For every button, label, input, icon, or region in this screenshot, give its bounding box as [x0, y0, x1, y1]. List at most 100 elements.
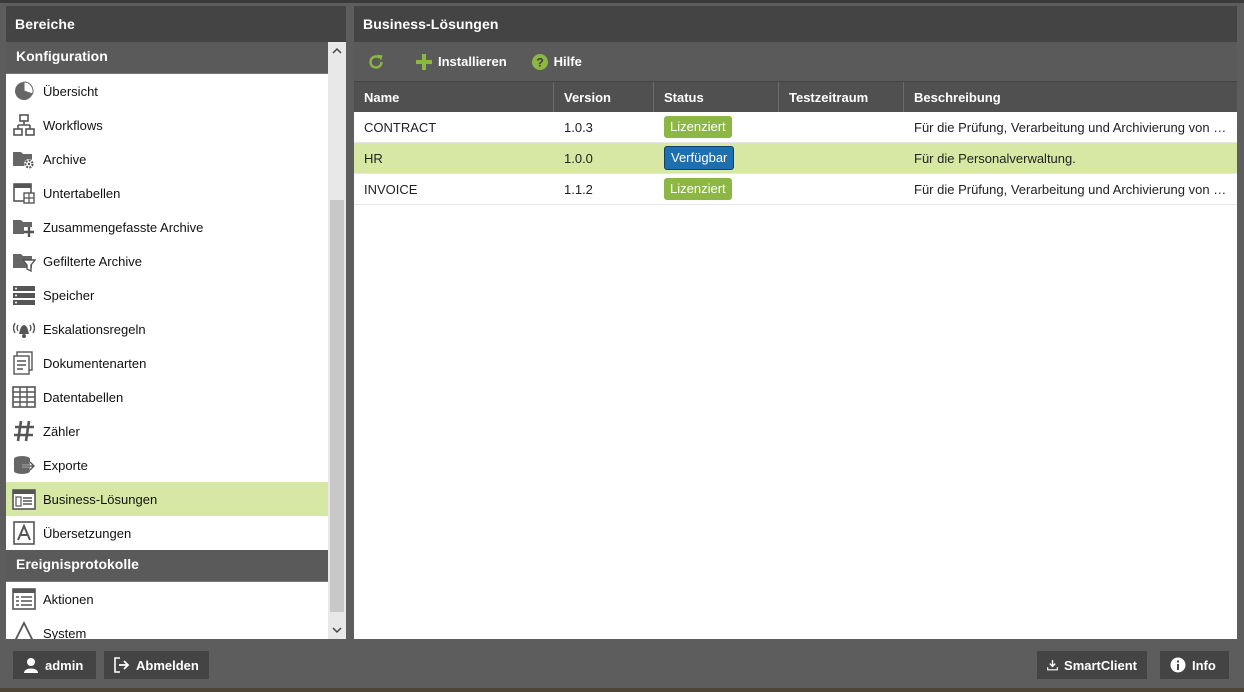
data-table-icon	[12, 385, 36, 409]
taskbar-strip	[0, 688, 1244, 692]
install-button-label: Installieren	[438, 54, 507, 69]
info-button-label: Info	[1192, 657, 1216, 673]
help-button-label: Hilfe	[553, 54, 582, 69]
logout-icon	[114, 657, 130, 673]
areas-nav-list: Konfiguration Übersicht Workflows Archive Un…	[6, 42, 328, 639]
sidebar-item[interactable]: System	[6, 616, 328, 639]
table-body: CONTRACT 1.0.3 Lizenziert Für die Prüfung, …	[354, 112, 1237, 205]
help-button[interactable]: ? Hilfe	[531, 53, 582, 71]
sidebar-item[interactable]: Business-Lösungen	[6, 482, 328, 516]
table-header: Name Version Status Testzeitraum Beschre…	[354, 82, 1237, 112]
status-badge: Lizenziert	[664, 116, 732, 138]
status-badge: Verfügbar	[664, 146, 735, 170]
areas-panel: Bereiche Konfiguration Übersicht Workflows…	[6, 6, 346, 639]
sidebar-item[interactable]: Archive	[6, 142, 328, 176]
business-solutions-icon	[12, 487, 36, 511]
table-row[interactable]: INVOICE 1.1.2 Lizenziert Für die Prüfung, V…	[354, 174, 1237, 205]
pie-chart-icon	[12, 79, 36, 103]
sidebar-item-label: Aktionen	[43, 591, 94, 607]
logout-button-label: Abmelden	[136, 657, 199, 673]
column-header-name[interactable]: Name	[354, 82, 554, 112]
nav-group-header[interactable]: Ereignisprotokolle	[6, 550, 328, 582]
sidebar-item-label: Untertabellen	[43, 185, 121, 201]
hash-icon	[12, 419, 36, 443]
scroll-down-button[interactable]	[328, 621, 346, 639]
info-button[interactable]: Info	[1160, 651, 1229, 679]
cell-description: Für die Prüfung, Verarbeitung und Archiv…	[914, 119, 1237, 135]
smartclient-button-label: SmartClient	[1064, 657, 1137, 673]
cell-version: 1.0.0	[564, 150, 593, 166]
column-header-version[interactable]: Version	[554, 82, 654, 112]
install-button[interactable]: Installieren	[415, 53, 507, 71]
sidebar-item[interactable]: Gefilterte Archive	[6, 244, 328, 278]
sidebar-item[interactable]: Übersetzungen	[6, 516, 328, 550]
list-icon	[12, 587, 36, 611]
sidebar-item[interactable]: Dokumentenarten	[6, 346, 328, 380]
table-row[interactable]: CONTRACT 1.0.3 Lizenziert Für die Prüfung, …	[354, 112, 1237, 143]
sidebar-item[interactable]: Eskalationsregeln	[6, 312, 328, 346]
table-row[interactable]: HR 1.0.0 Verfügbar Für die Personalverwaltu…	[354, 143, 1237, 174]
scroll-up-button[interactable]	[328, 42, 346, 60]
cell-name: HR	[364, 150, 383, 166]
page-title: Business-Lösungen	[354, 6, 1237, 42]
scroll-thumb[interactable]	[330, 200, 344, 612]
sidebar-item[interactable]: Zähler	[6, 414, 328, 448]
window-top-border	[0, 0, 1244, 3]
plus-icon	[416, 53, 432, 70]
status-badge: Lizenziert	[664, 178, 732, 200]
areas-nav: Konfiguration Übersicht Workflows Archive Un…	[6, 42, 346, 639]
sidebar-item-label: Archive	[43, 151, 87, 167]
sidebar-item[interactable]: Untertabellen	[6, 176, 328, 210]
sidebar-item-label: Übersicht	[43, 83, 98, 99]
user-button-label: admin	[45, 657, 84, 673]
archive-folder-filter-icon	[12, 249, 36, 273]
sidebar-item[interactable]: Übersicht	[6, 74, 328, 108]
sidebar-item-label: Eskalationsregeln	[43, 321, 146, 337]
refresh-icon	[369, 54, 383, 69]
sidebar-item[interactable]: Speicher	[6, 278, 328, 312]
sidebar-item[interactable]: Zusammengefasste Archive	[6, 210, 328, 244]
sidebar-item-label: Exporte	[43, 457, 88, 473]
archive-folder-gear-icon	[12, 147, 36, 171]
areas-scrollbar[interactable]	[328, 42, 346, 639]
svg-text:?: ?	[536, 55, 543, 69]
storage-icon	[12, 283, 36, 307]
sidebar-item-label: Speicher	[43, 287, 95, 303]
cell-status: Lizenziert	[654, 178, 779, 200]
column-header-description[interactable]: Beschreibung	[904, 82, 1237, 112]
smartclient-button[interactable]: SmartClient	[1037, 651, 1147, 679]
sidebar-item[interactable]: Datentabellen	[6, 380, 328, 414]
toolbar: Installieren ? Hilfe	[354, 42, 1237, 82]
translation-icon	[12, 521, 36, 545]
column-header-status[interactable]: Status	[654, 82, 779, 112]
areas-panel-title: Bereiche	[6, 6, 346, 42]
cell-status: Verfügbar	[654, 146, 779, 170]
sidebar-item-label: Zusammengefasste Archive	[43, 219, 204, 235]
user-button[interactable]: admin	[13, 651, 96, 679]
export-icon	[12, 453, 36, 477]
cell-name: CONTRACT	[364, 119, 437, 135]
cell-status: Lizenziert	[654, 116, 779, 138]
cell-description: Für die Prüfung, Verarbeitung und Archiv…	[914, 181, 1237, 197]
nav-group-header[interactable]: Konfiguration	[6, 42, 328, 74]
cell-version: 1.0.3	[564, 119, 593, 135]
system-icon	[12, 621, 36, 639]
sidebar-item[interactable]: Workflows	[6, 108, 328, 142]
sidebar-item-label: Übersetzungen	[43, 525, 132, 541]
cell-version: 1.1.2	[564, 181, 593, 197]
alarm-bell-icon	[12, 317, 36, 341]
workflow-icon	[12, 113, 36, 137]
sidebar-item-label: Gefilterte Archive	[43, 253, 142, 269]
sidebar-item[interactable]: Aktionen	[6, 582, 328, 616]
cell-description: Für die Personalverwaltung.	[914, 150, 1076, 166]
help-icon: ?	[531, 53, 548, 70]
business-solutions-panel: Business-Lösungen Installieren ? Hilfe N…	[354, 6, 1237, 639]
column-header-trial[interactable]: Testzeitraum	[779, 82, 904, 112]
document-types-icon	[12, 351, 36, 375]
sidebar-item-label: Datentabellen	[43, 389, 124, 405]
sidebar-item-label: Zähler	[43, 423, 80, 439]
refresh-button[interactable]	[366, 52, 391, 72]
subtable-icon	[12, 181, 36, 205]
sidebar-item[interactable]: Exporte	[6, 448, 328, 482]
logout-button[interactable]: Abmelden	[104, 651, 209, 679]
